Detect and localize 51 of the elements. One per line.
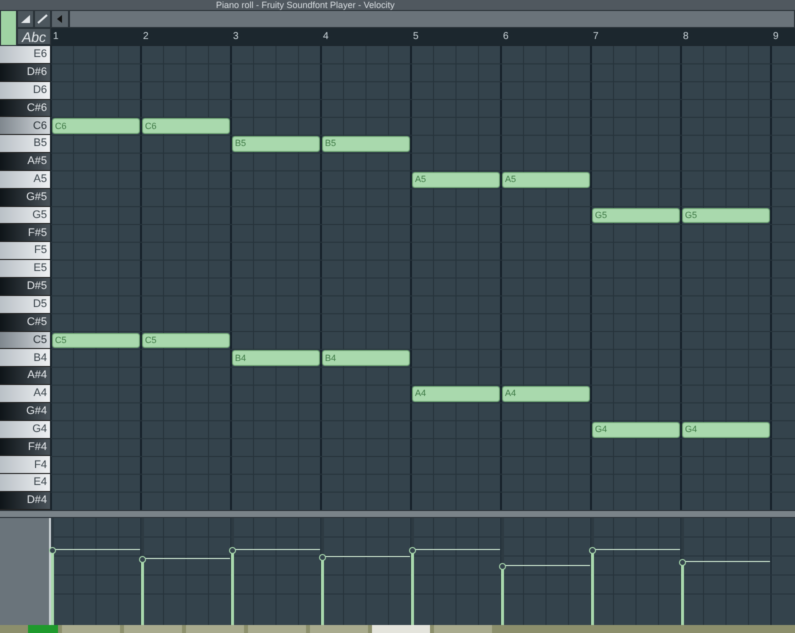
window-title: Piano roll - Fruity Soundfont Player - Velocity — [216, 0, 395, 10]
piano-key[interactable]: A#4 — [0, 367, 50, 386]
ramp-icon[interactable] — [17, 10, 34, 28]
bar-number: 1 — [53, 30, 59, 44]
bar-number: 6 — [503, 30, 509, 44]
piano-key[interactable]: E5 — [0, 260, 50, 278]
piano-key[interactable]: G4 — [0, 420, 50, 439]
velocity-pane[interactable] — [51, 518, 795, 625]
piano-key[interactable]: D#6 — [0, 64, 50, 82]
bar-number: 7 — [593, 30, 599, 44]
piano-key[interactable]: G5 — [0, 206, 50, 224]
bar-number: 5 — [413, 30, 419, 44]
pencil-icon[interactable] — [34, 10, 51, 28]
bar-number: 3 — [233, 30, 239, 44]
piano-key[interactable]: D#5 — [0, 278, 50, 296]
piano-key[interactable]: C5 — [0, 332, 50, 350]
velocity-handle-icon[interactable] — [49, 547, 56, 554]
velocity-handle-icon[interactable] — [589, 547, 596, 554]
piano-key[interactable]: F4 — [0, 456, 50, 474]
color-swatch[interactable] — [0, 10, 17, 46]
piano-key[interactable]: F#5 — [0, 224, 50, 242]
velocity-handle-icon[interactable] — [319, 554, 326, 561]
piano-key[interactable]: D6 — [0, 82, 50, 100]
piano-key[interactable]: F5 — [0, 242, 50, 260]
piano-key[interactable]: C#5 — [0, 314, 50, 332]
piano-key[interactable]: A#5 — [0, 153, 50, 171]
piano-key[interactable]: C6 — [0, 117, 50, 136]
label-button[interactable]: Abc — [17, 28, 51, 45]
piano-key[interactable]: C#6 — [0, 100, 50, 118]
piano-key[interactable]: A5 — [0, 170, 50, 189]
bar-number: 9 — [773, 30, 779, 44]
bar-number: 8 — [683, 30, 689, 44]
piano-key[interactable]: G#4 — [0, 402, 50, 421]
piano-key[interactable]: D5 — [0, 296, 50, 314]
timeline-ruler[interactable]: 1 2 3 4 5 6 7 8 9 — [51, 28, 795, 45]
velocity-handle-icon[interactable] — [409, 547, 416, 554]
bar-number: 2 — [143, 30, 149, 44]
piano-key[interactable]: G#5 — [0, 188, 50, 207]
velocity-handle-icon[interactable] — [499, 563, 506, 570]
velocity-handle-icon[interactable] — [679, 558, 686, 566]
piano-key[interactable]: F#4 — [0, 438, 50, 456]
scrollbar[interactable] — [69, 10, 795, 28]
piano-key[interactable]: B5 — [0, 135, 50, 154]
piano-key[interactable]: E6 — [0, 46, 50, 64]
piano-key[interactable]: E4 — [0, 474, 50, 492]
velocity-handle-icon[interactable] — [229, 547, 236, 554]
piano-key[interactable]: B4 — [0, 349, 50, 368]
piano-key[interactable]: D#4 — [0, 492, 50, 510]
piano-key[interactable]: A4 — [0, 385, 50, 403]
bar-number: 4 — [323, 30, 329, 44]
splitter[interactable] — [0, 510, 795, 518]
